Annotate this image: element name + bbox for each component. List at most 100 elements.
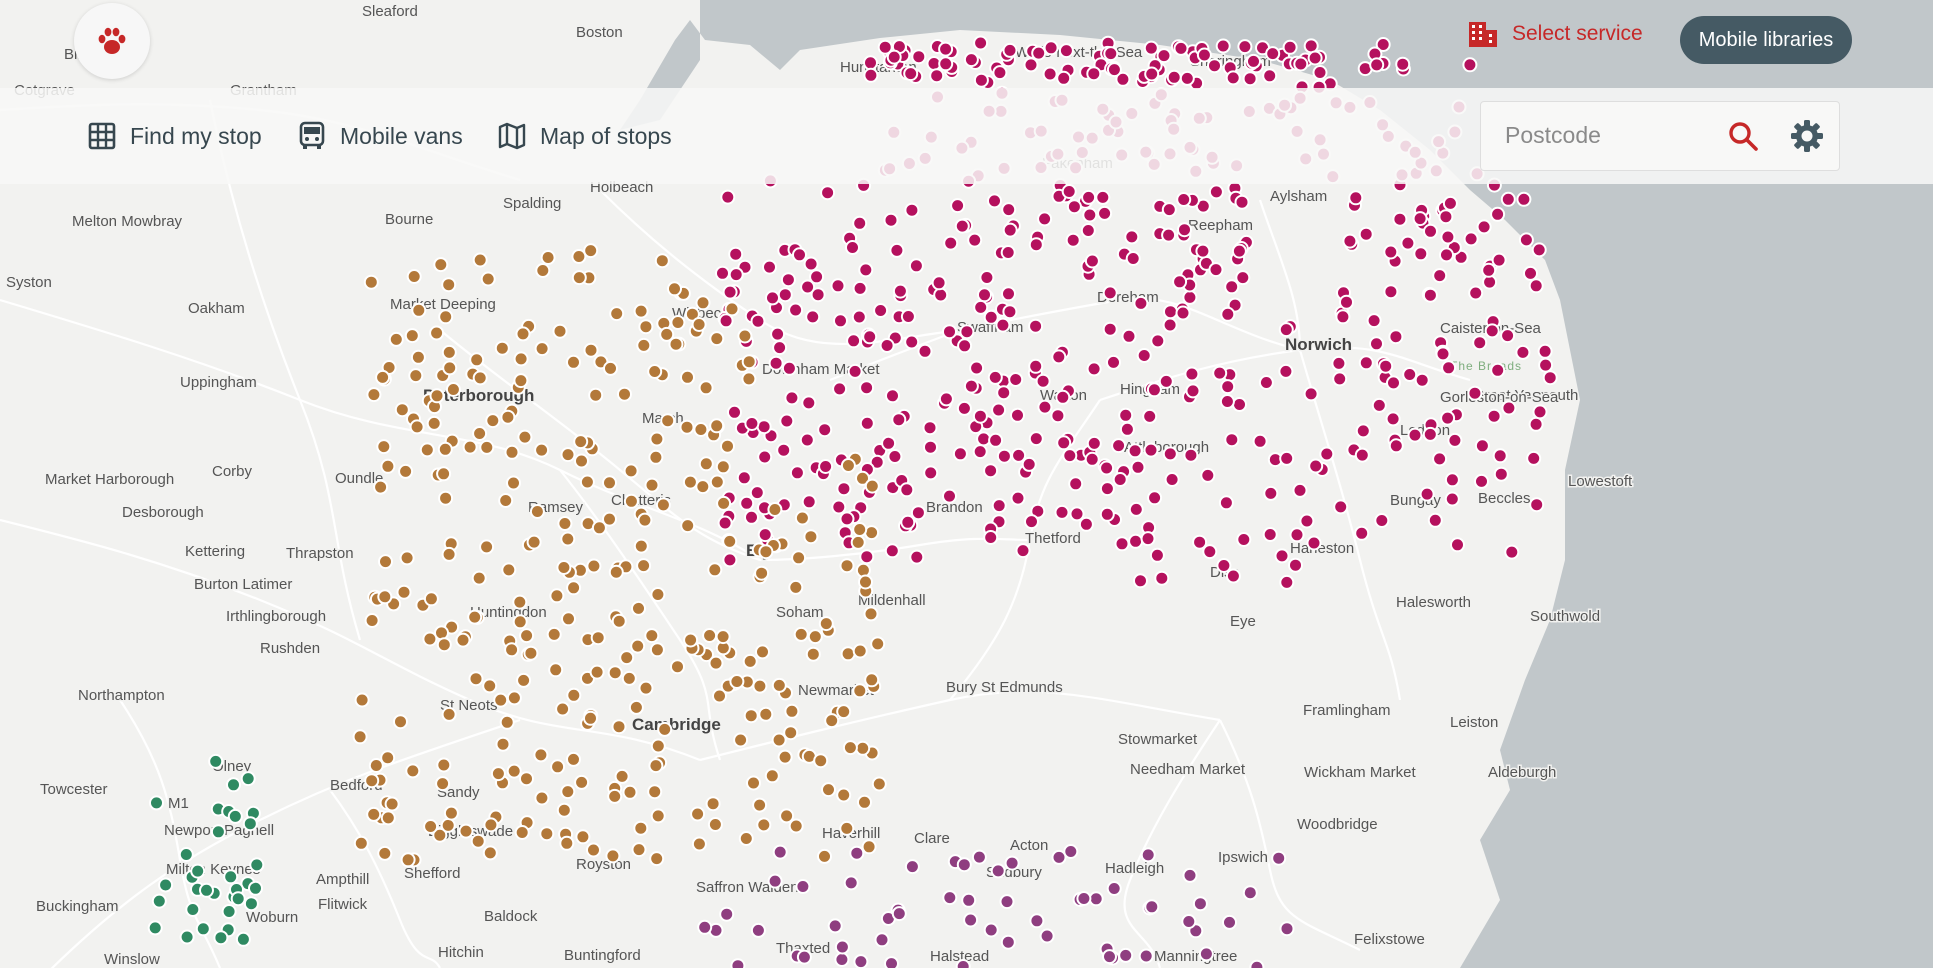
stop-marker[interactable]	[636, 558, 652, 574]
stop-marker[interactable]	[660, 413, 676, 429]
stop-marker[interactable]	[649, 431, 665, 447]
stop-marker[interactable]	[821, 782, 836, 798]
stop-marker[interactable]	[472, 426, 488, 441]
stop-marker[interactable]	[1395, 56, 1411, 72]
stop-marker[interactable]	[1232, 397, 1247, 412]
stop-marker[interactable]	[1282, 39, 1298, 55]
stop-marker[interactable]	[1084, 451, 1100, 467]
stop-marker[interactable]	[749, 485, 765, 501]
stop-marker[interactable]	[423, 591, 439, 607]
stop-marker[interactable]	[708, 655, 724, 671]
stop-marker[interactable]	[1319, 446, 1335, 462]
stop-marker[interactable]	[552, 323, 568, 339]
stop-marker[interactable]	[730, 958, 746, 968]
stop-marker[interactable]	[405, 763, 421, 779]
stop-marker[interactable]	[393, 714, 408, 730]
stop-marker[interactable]	[373, 479, 389, 495]
stop-marker[interactable]	[394, 402, 410, 418]
stop-marker[interactable]	[957, 338, 973, 354]
stop-marker[interactable]	[972, 408, 988, 424]
stop-marker[interactable]	[588, 387, 604, 403]
stop-marker[interactable]	[579, 474, 595, 490]
stop-marker[interactable]	[1422, 426, 1438, 442]
stop-marker[interactable]	[583, 342, 599, 358]
stop-marker[interactable]	[1274, 548, 1290, 564]
stop-marker[interactable]	[873, 303, 889, 318]
stop-marker[interactable]	[1080, 223, 1096, 238]
stop-marker[interactable]	[843, 875, 859, 891]
stop-marker[interactable]	[1111, 438, 1127, 454]
stop-marker[interactable]	[436, 757, 452, 773]
stop-marker[interactable]	[614, 768, 630, 784]
stop-marker[interactable]	[954, 218, 970, 234]
stop-marker[interactable]	[1331, 355, 1347, 371]
stop-marker[interactable]	[1354, 447, 1370, 463]
stop-marker[interactable]	[1102, 321, 1118, 337]
stop-marker[interactable]	[406, 269, 422, 284]
stop-marker[interactable]	[1076, 891, 1092, 906]
stop-marker[interactable]	[859, 549, 875, 565]
stop-marker[interactable]	[559, 835, 575, 851]
stop-marker[interactable]	[622, 784, 638, 800]
stop-marker[interactable]	[834, 939, 850, 955]
stop-marker[interactable]	[227, 808, 243, 824]
stop-marker[interactable]	[515, 326, 531, 342]
logo-button[interactable]	[74, 3, 150, 79]
stop-marker[interactable]	[715, 459, 731, 475]
nav-find-my-stop[interactable]: Find my stop	[88, 118, 262, 154]
stop-marker[interactable]	[715, 265, 730, 281]
stop-marker[interactable]	[801, 494, 817, 510]
stop-marker[interactable]	[702, 628, 718, 643]
stop-marker[interactable]	[1528, 278, 1544, 294]
stop-marker[interactable]	[1207, 58, 1222, 74]
stop-marker[interactable]	[858, 262, 874, 278]
stop-marker[interactable]	[1133, 573, 1148, 589]
stop-marker[interactable]	[1435, 346, 1451, 362]
stop-marker[interactable]	[557, 516, 573, 531]
stop-marker[interactable]	[1182, 289, 1198, 305]
stop-marker[interactable]	[1128, 533, 1144, 549]
stop-marker[interactable]	[772, 340, 788, 356]
stop-marker[interactable]	[575, 829, 591, 845]
stop-marker[interactable]	[1158, 373, 1174, 389]
stop-marker[interactable]	[1106, 881, 1122, 896]
stop-marker[interactable]	[1042, 66, 1058, 82]
stop-marker[interactable]	[908, 258, 924, 274]
stop-marker[interactable]	[482, 845, 498, 861]
stop-marker[interactable]	[871, 776, 887, 792]
stop-marker[interactable]	[1028, 318, 1044, 334]
stop-marker[interactable]	[836, 481, 852, 497]
stop-marker[interactable]	[223, 869, 239, 885]
stop-marker[interactable]	[526, 534, 542, 550]
stop-marker[interactable]	[987, 193, 1002, 209]
stop-marker[interactable]	[952, 446, 968, 462]
stop-marker[interactable]	[1279, 921, 1295, 937]
stop-marker[interactable]	[827, 918, 843, 934]
stop-marker[interactable]	[1216, 558, 1232, 573]
stop-marker[interactable]	[516, 672, 532, 688]
stop-marker[interactable]	[1142, 408, 1158, 424]
stop-marker[interactable]	[1001, 286, 1016, 302]
stop-marker[interactable]	[480, 271, 496, 287]
stop-marker[interactable]	[1307, 50, 1323, 66]
stop-marker[interactable]	[938, 41, 954, 57]
stop-marker[interactable]	[442, 360, 458, 376]
stop-marker[interactable]	[1051, 349, 1067, 365]
stop-marker[interactable]	[438, 309, 454, 325]
stop-marker[interactable]	[667, 281, 682, 297]
stop-marker[interactable]	[836, 704, 852, 720]
stop-marker[interactable]	[185, 902, 201, 917]
stop-marker[interactable]	[1231, 243, 1247, 259]
stop-marker[interactable]	[717, 515, 733, 531]
stop-marker[interactable]	[1112, 472, 1128, 487]
stop-marker[interactable]	[1225, 568, 1241, 584]
stop-marker[interactable]	[722, 552, 738, 568]
stop-marker[interactable]	[380, 458, 396, 474]
stop-marker[interactable]	[213, 930, 229, 946]
stop-marker[interactable]	[979, 270, 995, 285]
stop-marker[interactable]	[1432, 268, 1448, 284]
stop-marker[interactable]	[556, 560, 572, 575]
stop-marker[interactable]	[780, 272, 796, 288]
stop-marker[interactable]	[1039, 928, 1055, 944]
stop-marker[interactable]	[976, 431, 992, 447]
